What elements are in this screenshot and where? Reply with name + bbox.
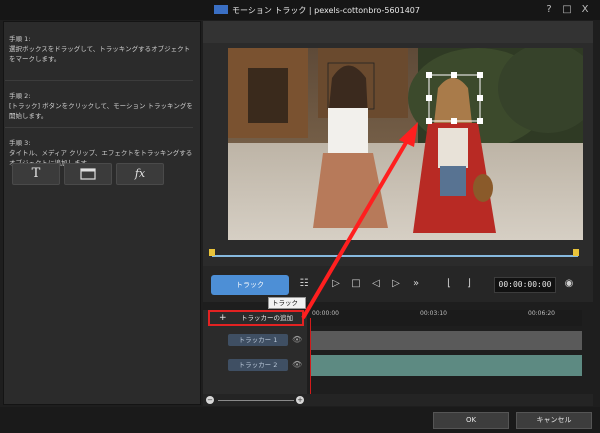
dialog-footer	[0, 407, 600, 433]
cancel-button[interactable]: キャンセル	[516, 412, 592, 429]
annotation-arrow	[301, 122, 418, 320]
ok-button[interactable]: OK	[433, 412, 509, 429]
